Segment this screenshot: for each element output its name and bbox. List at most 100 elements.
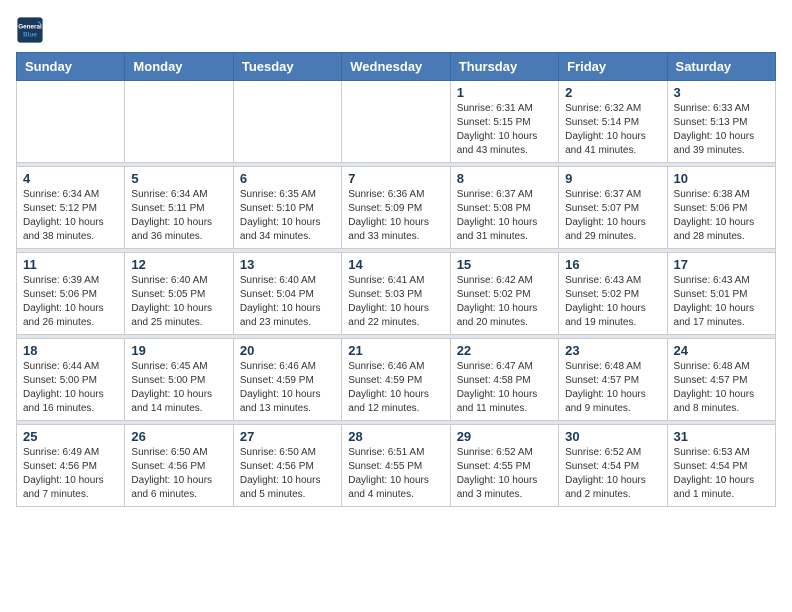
day-info: Sunrise: 6:43 AMSunset: 5:02 PMDaylight:… [565,274,660,330]
calendar-cell: 4Sunrise: 6:34 AMSunset: 5:12 PMDaylight… [17,167,125,249]
day-info: Sunrise: 6:37 AMSunset: 5:07 PMDaylight:… [565,188,660,244]
calendar-cell: 27Sunrise: 6:50 AMSunset: 4:56 PMDayligh… [233,425,341,507]
logo: General Blue [16,16,48,44]
calendar-cell: 19 Sunrise: 6:45 AMSunset: 5:00 PMDayligh… [125,339,233,421]
calendar-cell [125,81,233,163]
calendar-week-1: 1 Sunrise: 6:31 AMSunset: 5:15 PMDaylight… [17,81,776,163]
day-number: 9 [565,171,660,186]
day-info: Sunrise: 6:44 AMSunset: 5:00 PMDaylight:… [23,360,118,416]
calendar-cell [342,81,450,163]
day-number: 21 [348,343,443,358]
logo-icon: General Blue [16,16,44,44]
calendar-cell [233,81,341,163]
calendar-cell: 16Sunrise: 6:43 AMSunset: 5:02 PMDayligh… [559,253,667,335]
calendar-cell: 5Sunrise: 6:34 AMSunset: 5:11 PMDaylight… [125,167,233,249]
day-number: 30 [565,429,660,444]
day-number: 31 [674,429,769,444]
day-info: Sunrise: 6:32 AMSunset: 5:14 PMDaylight:… [565,102,660,158]
day-number: 3 [674,85,769,100]
day-info: Sunrise: 6:31 AMSunset: 5:15 PMDaylight:… [457,102,552,158]
day-info: Sunrise: 6:42 AMSunset: 5:02 PMDaylight:… [457,274,552,330]
day-info: Sunrise: 6:50 AMSunset: 4:56 PMDaylight:… [240,446,335,502]
day-number: 10 [674,171,769,186]
day-number: 4 [23,171,118,186]
day-info: Sunrise: 6:52 AMSunset: 4:55 PMDaylight:… [457,446,552,502]
calendar-cell: 8 Sunrise: 6:37 AMSunset: 5:08 PMDaylight… [450,167,558,249]
day-info: Sunrise: 6:47 AMSunset: 4:58 PMDaylight:… [457,360,552,416]
day-info: Sunrise: 6:36 AMSunset: 5:09 PMDaylight:… [348,188,443,244]
day-info: Sunrise: 6:53 AMSunset: 4:54 PMDaylight:… [674,446,769,502]
calendar-cell: 15 Sunrise: 6:42 AMSunset: 5:02 PMDayligh… [450,253,558,335]
weekday-header-wednesday: Wednesday [342,53,450,81]
calendar-cell: 26 Sunrise: 6:50 AMSunset: 4:56 PMDayligh… [125,425,233,507]
calendar-cell: 13 Sunrise: 6:40 AMSunset: 5:04 PMDayligh… [233,253,341,335]
day-number: 6 [240,171,335,186]
calendar-cell: 6Sunrise: 6:35 AMSunset: 5:10 PMDaylight… [233,167,341,249]
day-number: 12 [131,257,226,272]
calendar-cell: 20 Sunrise: 6:46 AMSunset: 4:59 PMDayligh… [233,339,341,421]
weekday-header-tuesday: Tuesday [233,53,341,81]
weekday-header-thursday: Thursday [450,53,558,81]
day-number: 20 [240,343,335,358]
day-info: Sunrise: 6:40 AMSunset: 5:05 PMDaylight:… [131,274,226,330]
day-info: Sunrise: 6:33 AMSunset: 5:13 PMDaylight:… [674,102,769,158]
svg-text:Blue: Blue [23,31,37,38]
calendar-cell: 31 Sunrise: 6:53 AMSunset: 4:54 PMDayligh… [667,425,775,507]
calendar-cell: 2 Sunrise: 6:32 AMSunset: 5:14 PMDaylight… [559,81,667,163]
day-number: 13 [240,257,335,272]
calendar-cell: 11 Sunrise: 6:39 AMSunset: 5:06 PMDayligh… [17,253,125,335]
calendar-cell [17,81,125,163]
calendar-cell: 24 Sunrise: 6:48 AMSunset: 4:57 PMDayligh… [667,339,775,421]
day-number: 18 [23,343,118,358]
day-number: 26 [131,429,226,444]
page-header: General Blue [16,16,776,44]
weekday-header-saturday: Saturday [667,53,775,81]
day-info: Sunrise: 6:46 AMSunset: 4:59 PMDaylight:… [240,360,335,416]
calendar-week-2: 4Sunrise: 6:34 AMSunset: 5:12 PMDaylight… [17,167,776,249]
day-info: Sunrise: 6:41 AMSunset: 5:03 PMDaylight:… [348,274,443,330]
calendar-cell: 12 Sunrise: 6:40 AMSunset: 5:05 PMDayligh… [125,253,233,335]
day-info: Sunrise: 6:45 AMSunset: 5:00 PMDaylight:… [131,360,226,416]
day-info: Sunrise: 6:46 AMSunset: 4:59 PMDaylight:… [348,360,443,416]
day-info: Sunrise: 6:43 AMSunset: 5:01 PMDaylight:… [674,274,769,330]
calendar-cell: 25Sunrise: 6:49 AMSunset: 4:56 PMDayligh… [17,425,125,507]
day-info: Sunrise: 6:39 AMSunset: 5:06 PMDaylight:… [23,274,118,330]
day-info: Sunrise: 6:40 AMSunset: 5:04 PMDaylight:… [240,274,335,330]
day-number: 8 [457,171,552,186]
calendar-cell: 10 Sunrise: 6:38 AMSunset: 5:06 PMDayligh… [667,167,775,249]
calendar-cell: 1 Sunrise: 6:31 AMSunset: 5:15 PMDaylight… [450,81,558,163]
calendar-cell: 28 Sunrise: 6:51 AMSunset: 4:55 PMDayligh… [342,425,450,507]
day-number: 11 [23,257,118,272]
day-info: Sunrise: 6:49 AMSunset: 4:56 PMDaylight:… [23,446,118,502]
day-info: Sunrise: 6:34 AMSunset: 5:11 PMDaylight:… [131,188,226,244]
calendar-cell: 9 Sunrise: 6:37 AMSunset: 5:07 PMDaylight… [559,167,667,249]
calendar-week-4: 18 Sunrise: 6:44 AMSunset: 5:00 PMDayligh… [17,339,776,421]
calendar-cell: 29Sunrise: 6:52 AMSunset: 4:55 PMDayligh… [450,425,558,507]
svg-text:General: General [18,24,42,31]
day-number: 14 [348,257,443,272]
calendar-cell: 17Sunrise: 6:43 AMSunset: 5:01 PMDayligh… [667,253,775,335]
day-info: Sunrise: 6:50 AMSunset: 4:56 PMDaylight:… [131,446,226,502]
calendar-cell: 3 Sunrise: 6:33 AMSunset: 5:13 PMDaylight… [667,81,775,163]
day-info: Sunrise: 6:48 AMSunset: 4:57 PMDaylight:… [565,360,660,416]
day-number: 23 [565,343,660,358]
day-number: 1 [457,85,552,100]
day-info: Sunrise: 6:38 AMSunset: 5:06 PMDaylight:… [674,188,769,244]
weekday-header-row: SundayMondayTuesdayWednesdayThursdayFrid… [17,53,776,81]
weekday-header-sunday: Sunday [17,53,125,81]
weekday-header-monday: Monday [125,53,233,81]
calendar-cell: 18 Sunrise: 6:44 AMSunset: 5:00 PMDayligh… [17,339,125,421]
day-info: Sunrise: 6:37 AMSunset: 5:08 PMDaylight:… [457,188,552,244]
day-info: Sunrise: 6:51 AMSunset: 4:55 PMDaylight:… [348,446,443,502]
calendar-cell: 23 Sunrise: 6:48 AMSunset: 4:57 PMDayligh… [559,339,667,421]
day-number: 24 [674,343,769,358]
day-number: 19 [131,343,226,358]
calendar: SundayMondayTuesdayWednesdayThursdayFrid… [16,52,776,507]
calendar-week-5: 25Sunrise: 6:49 AMSunset: 4:56 PMDayligh… [17,425,776,507]
day-number: 28 [348,429,443,444]
calendar-week-3: 11 Sunrise: 6:39 AMSunset: 5:06 PMDayligh… [17,253,776,335]
calendar-cell: 22Sunrise: 6:47 AMSunset: 4:58 PMDayligh… [450,339,558,421]
day-number: 2 [565,85,660,100]
day-info: Sunrise: 6:48 AMSunset: 4:57 PMDaylight:… [674,360,769,416]
day-number: 15 [457,257,552,272]
